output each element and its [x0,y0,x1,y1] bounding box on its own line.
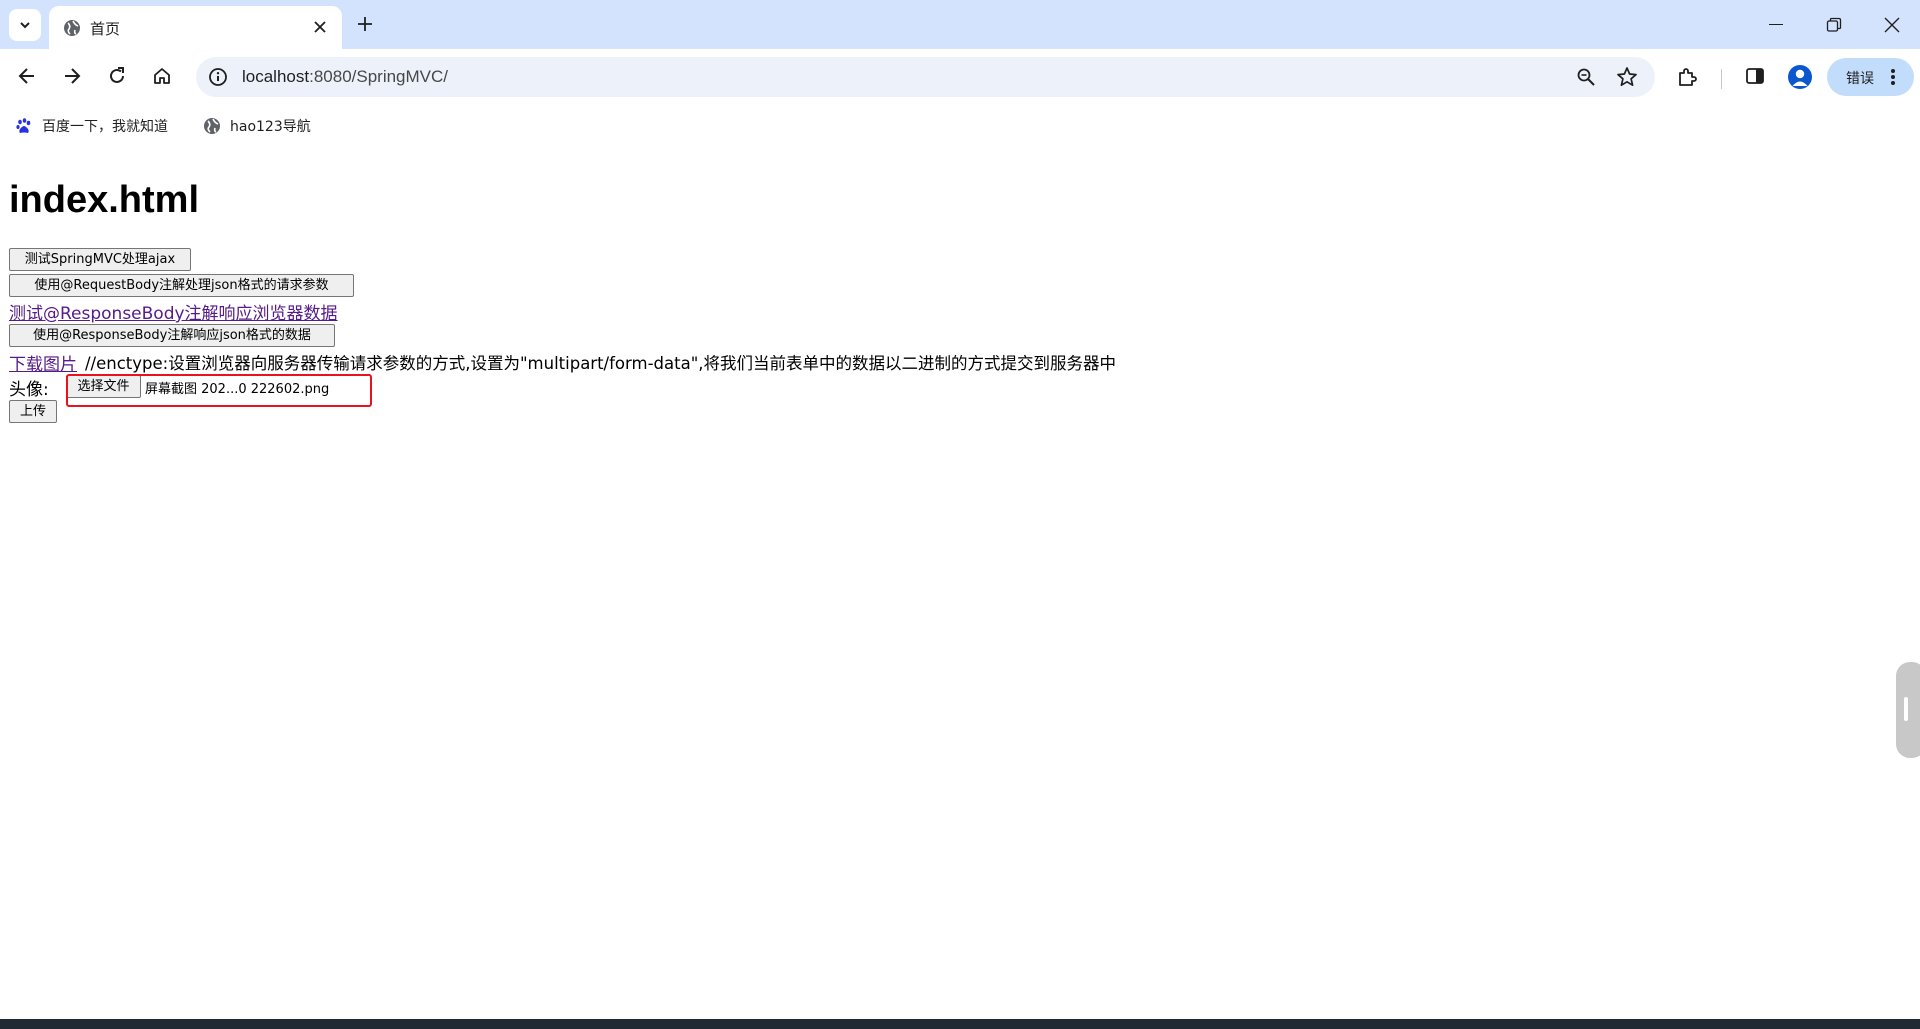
url-host: localhost [242,67,310,86]
grip-icon [1904,697,1908,721]
profile-error-label: 错误 [1846,71,1874,87]
site-info-button[interactable] [204,63,232,91]
tab-search-button[interactable] [9,9,41,41]
url-text[interactable]: localhost:8080/SpringMVC/ [242,67,448,87]
baidu-paw-icon [16,118,31,133]
page-content: index.html 测试SpringMVC处理ajax 使用@RequestB… [0,144,1920,1018]
bookmark-baidu[interactable]: 百度一下，我就知道 [15,115,168,137]
response-body-json-button[interactable]: 使用@ResponseBody注解响应json格式的数据 [9,324,335,347]
more-vert-icon [1891,69,1895,85]
highlight-annotation-box [66,374,372,407]
side-panel-handle[interactable] [1896,662,1920,758]
zoom-icon[interactable] [1576,67,1596,87]
back-icon[interactable] [17,66,37,86]
download-image-link[interactable]: 下载图片 [9,350,77,375]
restore-icon[interactable] [1826,17,1842,33]
star-icon[interactable] [1616,66,1638,88]
close-icon[interactable] [313,20,327,34]
taskbar-edge [0,1019,1920,1029]
upload-button[interactable]: 上传 [9,400,57,423]
request-body-json-button[interactable]: 使用@RequestBody注解处理json格式的请求参数 [9,274,354,297]
window-close-icon[interactable] [1884,17,1900,33]
toolbar-divider [1721,69,1722,89]
side-panel-icon[interactable] [1745,66,1765,86]
address-bar[interactable]: localhost:8080/SpringMVC/ [196,57,1655,97]
globe-icon [204,118,220,134]
extensions-icon[interactable] [1676,66,1698,88]
person-icon [1792,69,1808,86]
active-tab[interactable]: 首页 [49,6,342,49]
page-title: index.html [9,179,200,221]
home-icon[interactable] [152,66,172,86]
bookmark-label: hao123导航 [230,119,311,135]
enctype-note: //enctype:设置浏览器向服务器传输请求参数的方式,设置为"multipa… [85,354,1117,373]
plus-icon[interactable] [356,15,374,33]
minimize-icon[interactable] [1769,24,1783,25]
url-path: :8080/SpringMVC/ [309,67,449,86]
tab-strip: 首页 [0,0,1920,49]
browser-toolbar: localhost:8080/SpringMVC/ 错误 [0,49,1920,108]
profile-error-chip[interactable]: 错误 [1827,58,1914,96]
forward-icon[interactable] [62,66,82,86]
info-icon [209,68,227,86]
bookmarks-bar: 百度一下，我就知道 hao123导航 [0,108,1920,144]
reload-icon[interactable] [107,66,127,86]
tab-title: 首页 [90,20,121,38]
response-body-link[interactable]: 测试@ResponseBody注解响应浏览器数据 [9,299,338,324]
profile-avatar[interactable] [1788,65,1812,89]
globe-icon [64,20,80,36]
avatar-label: 头像: [9,380,49,400]
bookmark-label: 百度一下，我就知道 [42,119,168,135]
test-ajax-button[interactable]: 测试SpringMVC处理ajax [9,248,191,271]
bookmark-hao123[interactable]: hao123导航 [203,115,311,137]
chevron-down-icon [20,22,30,29]
